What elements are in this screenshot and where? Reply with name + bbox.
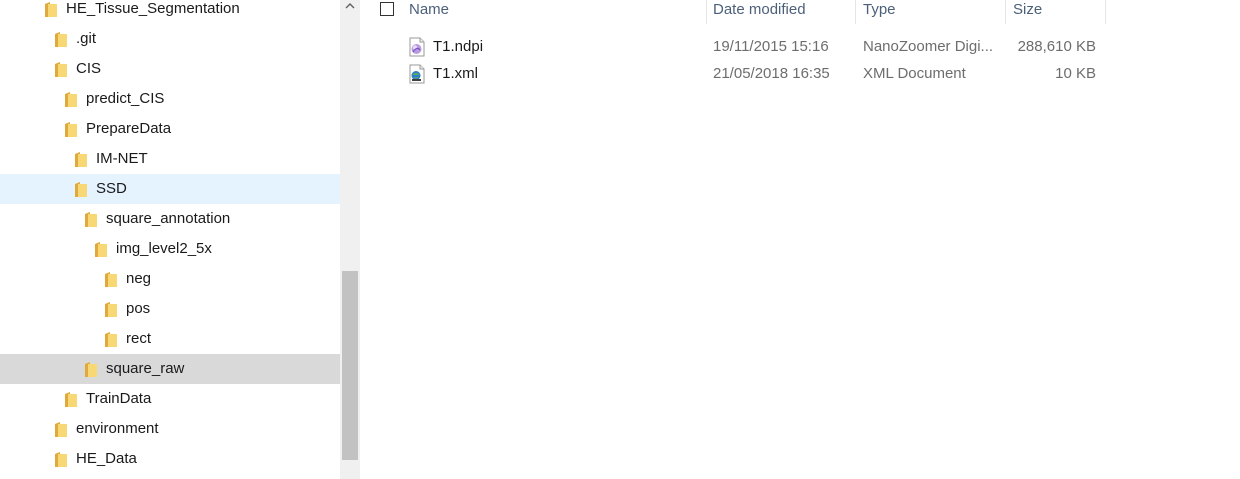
folder-icon (65, 122, 77, 137)
tree-item[interactable]: rect (0, 324, 340, 354)
folder-icon (85, 362, 97, 377)
tree-item[interactable]: SSD (0, 174, 340, 204)
tree-item-label: environment (76, 420, 159, 437)
column-header-name[interactable]: Name (401, 0, 706, 24)
file-list-pane: Name Date modified Type Size T1.ndpi 19/… (360, 0, 1240, 479)
scroll-thumb[interactable] (342, 271, 358, 460)
file-type: XML Document (863, 65, 966, 82)
navigation-scrollbar[interactable] (340, 0, 360, 479)
tree-item-label: square_annotation (106, 210, 231, 227)
tree-item-label: square_raw (106, 360, 185, 377)
tree-item-label: img_level2_5x (116, 240, 212, 257)
tree-item-label: .git (76, 30, 97, 47)
xml-file-icon (409, 64, 425, 84)
file-date-modified: 21/05/2018 16:35 (713, 65, 830, 82)
file-name: T1.xml (433, 65, 478, 82)
tree-item[interactable]: square_annotation (0, 204, 340, 234)
tree-item-label: pos (126, 300, 151, 317)
tree-item-label: HE_Tissue_Segmentation (66, 0, 240, 17)
tree-item[interactable]: HE_Data (0, 444, 340, 474)
tree-item[interactable]: predict_CIS (0, 84, 340, 114)
tree-item[interactable]: .git (0, 24, 340, 54)
navigation-pane: HE_Tissue_Segmentation .git CIS predict_CIS… (0, 0, 340, 479)
tree-item[interactable]: neg (0, 264, 340, 294)
folder-icon (85, 212, 97, 227)
tree-item-label: predict_CIS (86, 90, 165, 107)
folder-icon (45, 2, 57, 17)
tree-item-label: SSD (96, 180, 127, 197)
file-size: 288,610 KB (1017, 38, 1096, 55)
column-header-date-modified[interactable]: Date modified (705, 0, 855, 24)
chevron-up-icon (345, 3, 355, 9)
file-date-modified: 19/11/2015 15:16 (713, 38, 829, 55)
file-row[interactable]: T1.ndpi 19/11/2015 15:16 NanoZoomer Digi… (400, 35, 1100, 59)
tree-item[interactable]: img_level2_5x (0, 234, 340, 264)
tree-item[interactable]: environment (0, 414, 340, 444)
folder-icon (55, 32, 67, 47)
folder-icon (95, 242, 107, 257)
tree-item[interactable]: PrepareData (0, 114, 340, 144)
tree-item[interactable]: IM-NET (0, 144, 340, 174)
column-header-size[interactable]: Size (1005, 0, 1105, 24)
folder-icon (105, 302, 117, 317)
tree-item-label: TrainData (86, 390, 152, 407)
ndpi-file-icon (409, 37, 425, 57)
tree-item[interactable]: HE_Tissue_Segmentation (0, 0, 340, 24)
tree-item-label: PrepareData (86, 120, 172, 137)
file-type: NanoZoomer Digi... (863, 38, 994, 55)
tree-item-label: CIS (76, 60, 102, 77)
file-size: 10 KB (1055, 65, 1096, 82)
tree-item[interactable]: TrainData (0, 384, 340, 414)
folder-icon (65, 92, 77, 107)
file-row[interactable]: T1.xml 21/05/2018 16:35 XML Document 10 … (400, 62, 1100, 86)
tree-item-label: HE_Data (76, 450, 137, 467)
file-name: T1.ndpi (433, 38, 484, 55)
folder-icon (55, 452, 67, 467)
tree-item[interactable]: square_raw (0, 354, 340, 384)
tree-item-label: rect (126, 330, 152, 347)
folder-icon (105, 272, 117, 287)
folder-icon (75, 152, 87, 167)
folder-icon (105, 332, 117, 347)
scroll-up-button[interactable] (340, 0, 360, 17)
folder-icon (55, 62, 67, 77)
column-header-row: Name Date modified Type Size (360, 0, 1240, 26)
column-divider[interactable] (1105, 0, 1106, 24)
column-header-type[interactable]: Type (855, 0, 1005, 24)
folder-icon (75, 182, 87, 197)
folder-icon (55, 422, 67, 437)
tree-item-label: IM-NET (96, 150, 148, 167)
tree-item[interactable]: CIS (0, 54, 340, 84)
select-all-checkbox[interactable] (380, 2, 394, 16)
tree-item[interactable]: pos (0, 294, 340, 324)
folder-icon (65, 392, 77, 407)
tree-item-label: neg (126, 270, 152, 287)
